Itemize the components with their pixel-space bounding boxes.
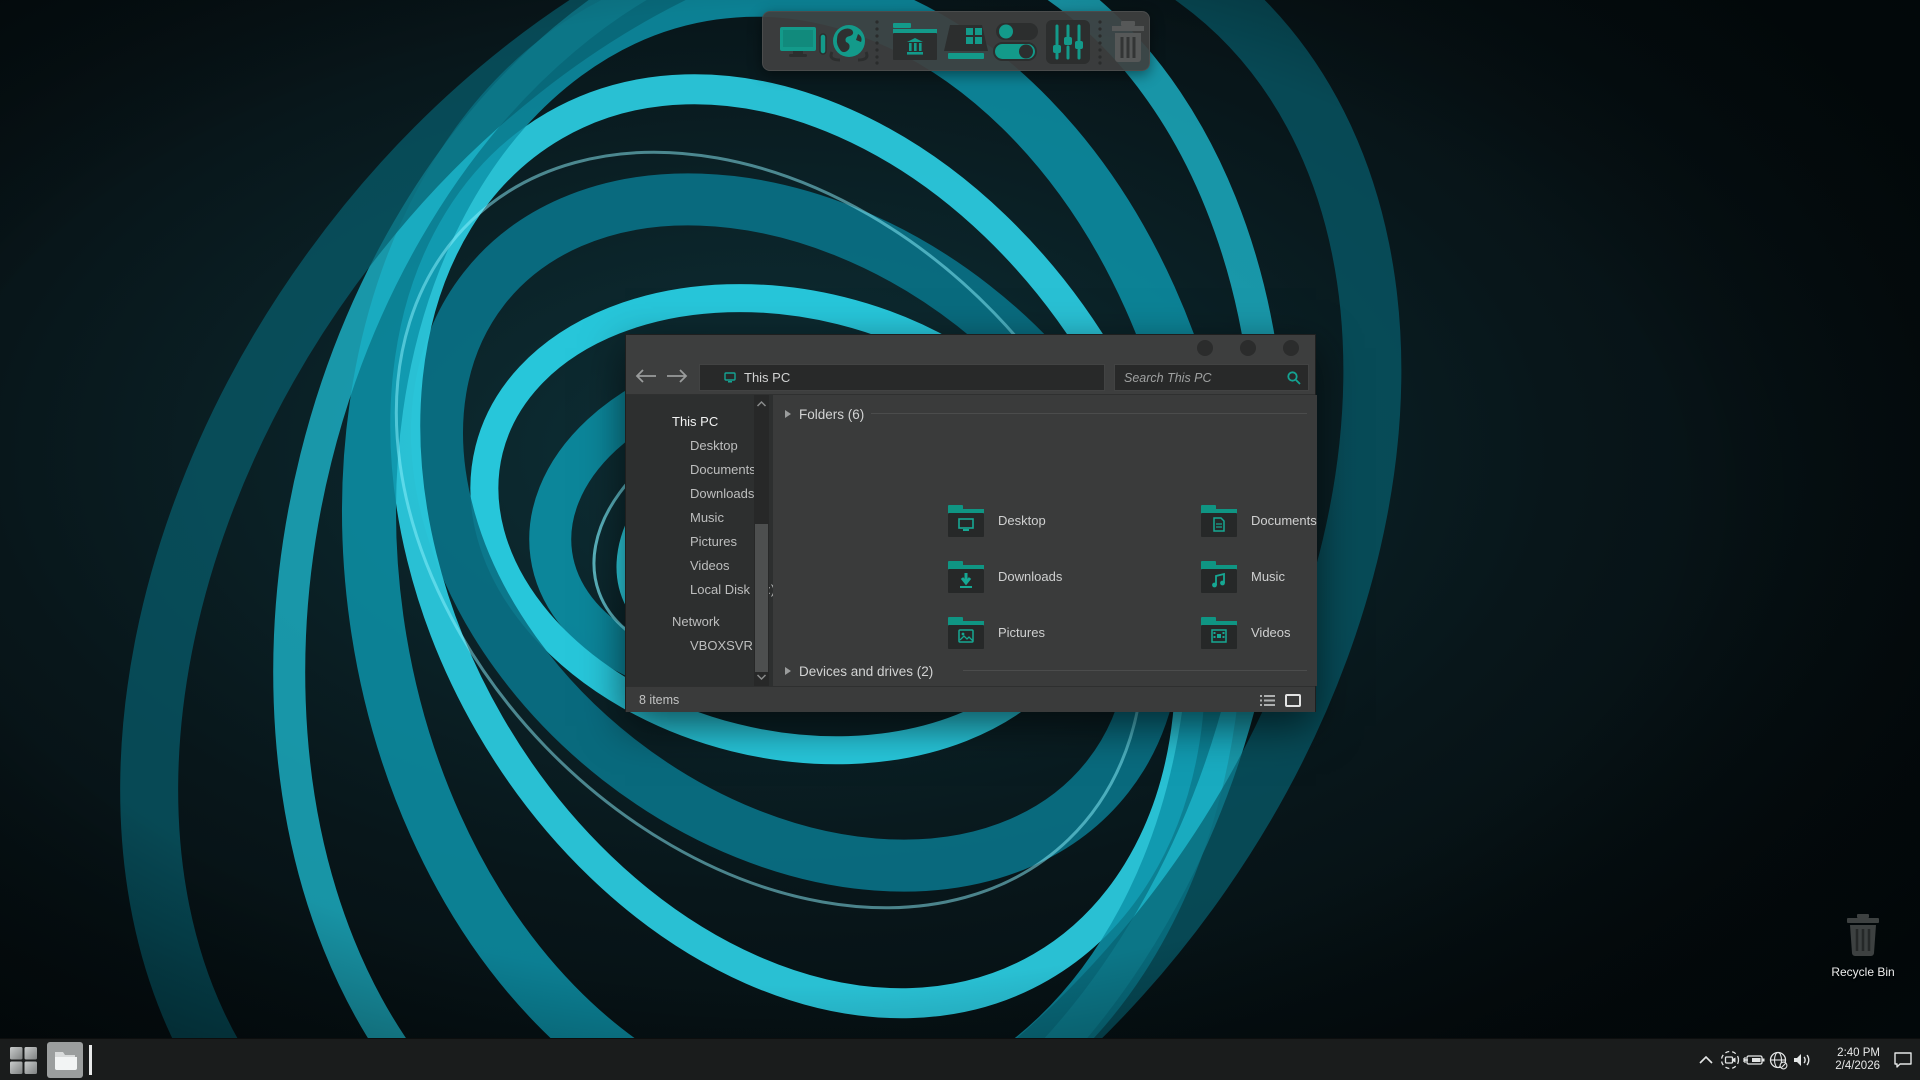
documents-folder-icon	[1199, 503, 1239, 539]
navigation-pane: This PC Desktop Documents Downloads Musi…	[626, 395, 773, 686]
maximize-button[interactable]	[1240, 340, 1256, 356]
folder-tile-documents[interactable]: Documents	[1199, 503, 1317, 539]
section-divider	[871, 413, 1307, 414]
folder-tile-desktop[interactable]: Desktop	[946, 503, 1196, 539]
sidebar-item-local-disk[interactable]: Local Disk (C:)	[626, 579, 753, 601]
music-folder-icon	[1199, 559, 1239, 595]
recycle-bin-desktop-icon[interactable]: Recycle Bin	[1820, 912, 1906, 988]
forward-arrow-icon	[666, 369, 688, 383]
file-explorer-icon	[53, 1049, 77, 1071]
search-box	[1114, 364, 1309, 391]
sidebar-item-desktop[interactable]: Desktop	[626, 435, 753, 457]
toggles-icon[interactable]	[991, 12, 1041, 72]
navigation-toolbar: This PC	[626, 361, 1315, 395]
network-globe-icon[interactable]	[827, 12, 871, 72]
address-bar[interactable]: This PC	[699, 364, 1105, 391]
folders-section-header[interactable]: Folders (6)	[784, 406, 864, 422]
mixer-icon[interactable]	[1043, 12, 1093, 72]
recycle-bin-icon	[1840, 912, 1886, 958]
forward-button[interactable]	[665, 365, 689, 389]
desktop: Recycle Bin	[0, 0, 1920, 1080]
battery-charging-icon[interactable]	[1742, 1039, 1766, 1080]
folder-tile-pictures[interactable]: Pictures	[946, 615, 1196, 651]
minimize-button[interactable]	[1197, 340, 1213, 356]
library-folder-icon[interactable]	[889, 12, 941, 72]
pictures-folder-icon	[946, 615, 986, 651]
sidebar-scrollbar[interactable]	[754, 395, 769, 686]
folder-tile-music[interactable]: Music	[1199, 559, 1317, 595]
sidebar-item-music[interactable]: Music	[626, 507, 753, 529]
videos-folder-icon	[1199, 615, 1239, 651]
downloads-folder-icon	[946, 559, 986, 595]
section-collapse-icon[interactable]	[784, 409, 792, 419]
back-button[interactable]	[634, 365, 658, 389]
sidebar-item-documents[interactable]: Documents	[626, 459, 753, 481]
dock-separator	[1095, 12, 1105, 72]
search-icon[interactable]	[1287, 371, 1301, 385]
volume-icon[interactable]	[1790, 1039, 1814, 1080]
tray-clock[interactable]: 2:40 PM 2/4/2026	[1822, 1047, 1880, 1073]
sidebar-item-pictures[interactable]: Pictures	[626, 531, 753, 553]
sidebar-item-network[interactable]: Network	[626, 611, 753, 633]
devices-section-header[interactable]: Devices and drives (2)	[784, 663, 933, 679]
recycle-bin-label: Recycle Bin	[1820, 965, 1906, 979]
sidebar-item-downloads[interactable]: Downloads	[626, 483, 753, 505]
back-arrow-icon	[635, 369, 657, 383]
system-tray: 2:40 PM 2/4/2026	[1694, 1039, 1920, 1080]
close-button[interactable]	[1283, 340, 1299, 356]
section-divider	[963, 670, 1307, 671]
folder-tile-videos[interactable]: Videos	[1199, 615, 1317, 651]
notification-bubble-icon[interactable]	[1886, 1039, 1920, 1080]
windows-start-icon	[10, 1047, 37, 1074]
status-bar: 8 items	[626, 686, 1315, 712]
taskbar: 2:40 PM 2/4/2026	[0, 1038, 1920, 1080]
start-button[interactable]	[5, 1042, 41, 1078]
scrollbar-thumb[interactable]	[755, 524, 768, 672]
desktop-folder-icon	[946, 503, 986, 539]
title-bar[interactable]	[626, 335, 1315, 361]
tray-chevron-up-icon[interactable]	[1694, 1039, 1718, 1080]
dock-separator	[871, 12, 883, 72]
large-icons-view-icon[interactable]	[1285, 694, 1301, 707]
clock-date: 2/4/2026	[1822, 1060, 1880, 1073]
display-icon[interactable]	[777, 12, 833, 72]
sidebar-item-this-pc[interactable]: This PC	[626, 411, 753, 433]
folder-tile-downloads[interactable]: Downloads	[946, 559, 1196, 595]
sidebar-item-vboxsvr[interactable]: VBOXSVR	[626, 635, 753, 657]
this-pc-icon	[724, 372, 736, 383]
sidebar-item-videos[interactable]: Videos	[626, 555, 753, 577]
items-view: Folders (6) Desktop Document	[773, 395, 1317, 686]
clock-time: 2:40 PM	[1822, 1047, 1880, 1060]
network-offline-icon[interactable]	[1766, 1039, 1790, 1080]
trash-icon[interactable]	[1107, 12, 1149, 72]
system-drive-icon[interactable]	[941, 12, 991, 72]
scroll-up-icon[interactable]	[754, 399, 769, 409]
section-collapse-icon[interactable]	[784, 666, 792, 676]
file-explorer-window: This PC This PC Desktop Documents Downlo…	[625, 334, 1316, 712]
items-count: 8 items	[639, 693, 679, 707]
search-input[interactable]	[1115, 365, 1283, 390]
breadcrumb: This PC	[744, 370, 790, 385]
screen-record-icon[interactable]	[1718, 1039, 1742, 1080]
theme-dock	[762, 11, 1150, 71]
file-explorer-taskbar-button[interactable]	[47, 1042, 83, 1078]
taskbar-active-indicator	[89, 1045, 92, 1075]
scroll-down-icon[interactable]	[754, 672, 769, 682]
details-view-icon[interactable]	[1260, 694, 1275, 707]
